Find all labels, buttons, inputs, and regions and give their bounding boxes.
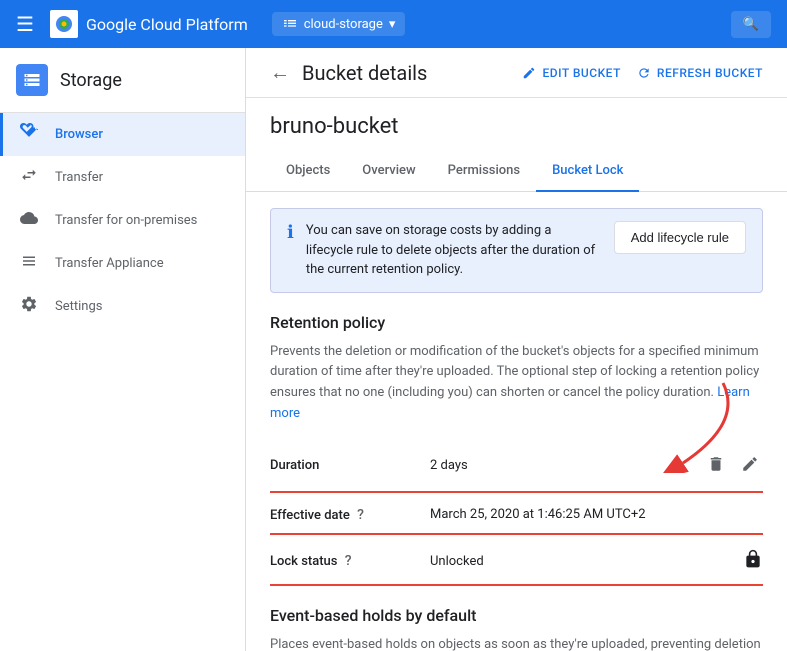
effective-date-help-icon[interactable]: ? [357, 507, 364, 523]
edit-bucket-button[interactable]: EDIT BUCKET [522, 66, 620, 80]
sidebar-item-transfer-appliance[interactable]: Transfer Appliance [0, 242, 245, 285]
sidebar-header: Storage [0, 48, 245, 113]
edit-bucket-label: EDIT BUCKET [542, 66, 620, 80]
duration-delete-button[interactable] [703, 451, 729, 481]
sidebar-item-browser-label: Browser [55, 127, 103, 142]
main-layout: Storage Browser Transfer [0, 48, 787, 651]
delete-icon [707, 455, 725, 473]
event-holds-desc: Places event-based holds on objects as s… [270, 635, 763, 651]
info-icon: ℹ [287, 222, 294, 243]
tab-overview[interactable]: Overview [346, 151, 431, 192]
sidebar-item-browser[interactable]: Browser [0, 113, 245, 156]
lock-status-help-icon[interactable]: ? [345, 553, 352, 569]
retention-policy-section: Retention policy Prevents the deletion o… [270, 313, 763, 586]
tab-overview-label: Overview [362, 163, 415, 178]
top-nav: ☰ Google Cloud Platform cloud-storage ▾ … [0, 0, 787, 48]
retention-policy-desc: Prevents the deletion or modification of… [270, 342, 763, 425]
lock-status-value: Unlocked [430, 554, 743, 569]
google-cloud-icon [54, 14, 74, 34]
back-button[interactable]: ← [270, 60, 290, 85]
refresh-icon [637, 66, 651, 80]
sidebar-item-transfer[interactable]: Transfer [0, 156, 245, 199]
lock-status-label: Lock status ? [270, 553, 430, 569]
lock-icon[interactable] [743, 549, 763, 574]
tab-objects[interactable]: Objects [270, 151, 346, 192]
bucket-section: bruno-bucket [246, 98, 787, 139]
gear-svg [20, 295, 38, 313]
tab-objects-label: Objects [286, 163, 330, 178]
sidebar-item-transfer-onprem-label: Transfer for on-premises [55, 213, 197, 228]
refresh-bucket-button[interactable]: REFRESH BUCKET [637, 66, 763, 80]
sidebar-item-transfer-appliance-label: Transfer Appliance [55, 256, 164, 271]
tab-bucket-lock[interactable]: Bucket Lock [536, 151, 639, 192]
transfer-appliance-icon [19, 252, 39, 275]
search-icon: 🔍 [743, 17, 759, 32]
content-area: ℹ You can save on storage costs by addin… [246, 192, 787, 651]
tab-bucket-lock-label: Bucket Lock [552, 163, 623, 178]
project-name: cloud-storage [304, 17, 383, 32]
duration-value: 2 days [430, 458, 703, 473]
settings-icon [19, 295, 39, 318]
transfer-icon [19, 166, 39, 189]
sidebar-item-settings-label: Settings [55, 299, 102, 314]
retention-policy-title: Retention policy [270, 313, 763, 332]
duration-edit-button[interactable] [737, 451, 763, 481]
sidebar-product-name: Storage [60, 70, 122, 91]
tab-permissions[interactable]: Permissions [432, 151, 536, 192]
edit-icon [522, 66, 536, 80]
duration-label: Duration [270, 458, 430, 473]
page-title: Bucket details [302, 61, 510, 85]
cloud-icon [20, 209, 38, 227]
transfer-onprem-icon [19, 209, 39, 232]
menu-icon[interactable]: ☰ [16, 12, 34, 36]
storage-product-icon [16, 64, 48, 96]
bucket-name: bruno-bucket [270, 114, 763, 139]
browser-icon [19, 123, 39, 146]
event-holds-title: Event-based holds by default [270, 606, 763, 625]
effective-date-field: Effective date ? March 25, 2020 at 1:46:… [270, 497, 763, 535]
main-content: ← Bucket details EDIT BUCKET REFRESH BUC… [246, 48, 787, 651]
app-logo[interactable]: Google Cloud Platform [50, 10, 248, 38]
logo-image [50, 10, 78, 38]
effective-date-label: Effective date ? [270, 507, 430, 523]
tabs-container: Objects Overview Permissions Bucket Lock [246, 151, 787, 192]
app-name-label: Google Cloud Platform [86, 15, 248, 34]
info-banner-text: You can save on storage costs by adding … [306, 221, 602, 280]
add-lifecycle-rule-button[interactable]: Add lifecycle rule [614, 221, 746, 254]
project-selector[interactable]: cloud-storage ▾ [272, 12, 406, 36]
main-header: ← Bucket details EDIT BUCKET REFRESH BUC… [246, 48, 787, 98]
project-icon [282, 16, 298, 32]
browser-svg [20, 123, 38, 141]
header-actions: EDIT BUCKET REFRESH BUCKET [522, 66, 763, 80]
padlock-icon [743, 549, 763, 569]
pencil-icon [741, 455, 759, 473]
lock-status-field: Lock status ? Unlocked [270, 539, 763, 586]
appliance-svg [20, 252, 38, 270]
sidebar-item-settings[interactable]: Settings [0, 285, 245, 328]
sidebar: Storage Browser Transfer [0, 48, 246, 651]
refresh-bucket-label: REFRESH BUCKET [657, 66, 763, 80]
info-banner: ℹ You can save on storage costs by addin… [270, 208, 763, 293]
sidebar-item-transfer-onprem[interactable]: Transfer for on-premises [0, 199, 245, 242]
search-button[interactable]: 🔍 [731, 11, 771, 38]
retention-learn-more-link[interactable]: Learn more [270, 385, 750, 421]
storage-icon [23, 71, 41, 89]
transfer-svg [20, 166, 38, 184]
tab-permissions-label: Permissions [448, 163, 520, 178]
sidebar-item-transfer-label: Transfer [55, 170, 103, 185]
effective-date-value: March 25, 2020 at 1:46:25 AM UTC+2 [430, 507, 763, 522]
event-holds-section: Event-based holds by default Places even… [270, 606, 763, 651]
duration-actions [703, 451, 763, 481]
duration-field: Duration 2 days [270, 441, 763, 493]
project-dropdown-icon: ▾ [389, 17, 396, 32]
